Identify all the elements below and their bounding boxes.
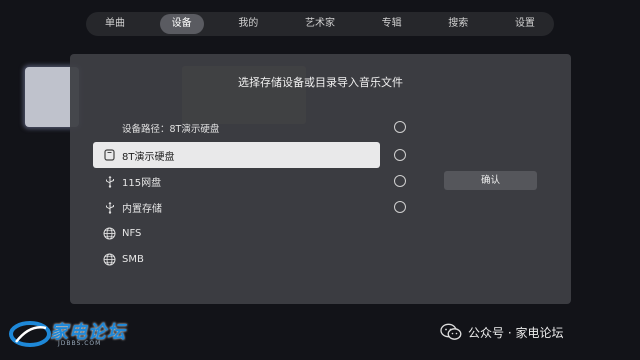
tab-albums[interactable]: 专辑 bbox=[370, 14, 414, 34]
device-radio-115-cloud[interactable] bbox=[394, 175, 406, 187]
tab-devices[interactable]: 设备 bbox=[159, 14, 204, 34]
device-row-smb[interactable]: SMB bbox=[93, 246, 380, 272]
device-row-115-cloud[interactable]: 115网盘 bbox=[93, 168, 380, 194]
tab-settings[interactable]: 设置 bbox=[503, 14, 547, 34]
tab-search[interactable]: 搜索 bbox=[436, 14, 480, 34]
top-nav: 单曲 设备 我的 艺术家 专辑 搜索 设置 bbox=[86, 12, 554, 36]
tab-mine[interactable]: 我的 bbox=[226, 14, 270, 34]
device-path-label: 设备路径：8T演示硬盘 bbox=[122, 124, 220, 135]
confirm-button[interactable]: 确认 bbox=[444, 171, 537, 190]
device-label: 内置存储 bbox=[122, 203, 162, 215]
globe-icon bbox=[103, 253, 116, 266]
device-radio-8t-disk[interactable] bbox=[394, 149, 406, 161]
device-row-8t-disk[interactable]: 8T演示硬盘 bbox=[93, 142, 380, 168]
device-row-nfs[interactable]: NFS bbox=[93, 220, 380, 246]
tab-singles[interactable]: 单曲 bbox=[93, 14, 137, 34]
usb-icon bbox=[103, 201, 116, 214]
device-label: NFS bbox=[122, 227, 142, 239]
usb-icon bbox=[103, 175, 116, 188]
wechat-icon bbox=[440, 323, 462, 340]
jdbbs-logo: 家电论坛 JDBBS.COM bbox=[8, 318, 138, 354]
device-label: SMB bbox=[122, 253, 144, 265]
device-label: 115网盘 bbox=[122, 177, 162, 189]
tab-artists[interactable]: 艺术家 bbox=[293, 14, 347, 34]
device-row-internal-storage[interactable]: 内置存储 bbox=[93, 194, 380, 220]
import-dialog: 选择存储设备或目录导入音乐文件 设备路径：8T演示硬盘 8T演示硬盘 115网盘… bbox=[70, 54, 571, 304]
dialog-title: 选择存储设备或目录导入音乐文件 bbox=[238, 76, 403, 89]
device-radio-internal-storage[interactable] bbox=[394, 201, 406, 213]
hard-drive-icon bbox=[103, 149, 116, 162]
device-label: 8T演示硬盘 bbox=[122, 151, 175, 163]
path-radio[interactable] bbox=[394, 121, 406, 133]
logo-subtext: JDBBS.COM bbox=[58, 340, 102, 347]
wechat-watermark: 公众号 · 家电论坛 bbox=[440, 322, 563, 342]
globe-icon bbox=[103, 227, 116, 240]
wechat-account-text: 公众号 · 家电论坛 bbox=[468, 325, 564, 340]
swoosh-logo-icon bbox=[9, 321, 51, 347]
